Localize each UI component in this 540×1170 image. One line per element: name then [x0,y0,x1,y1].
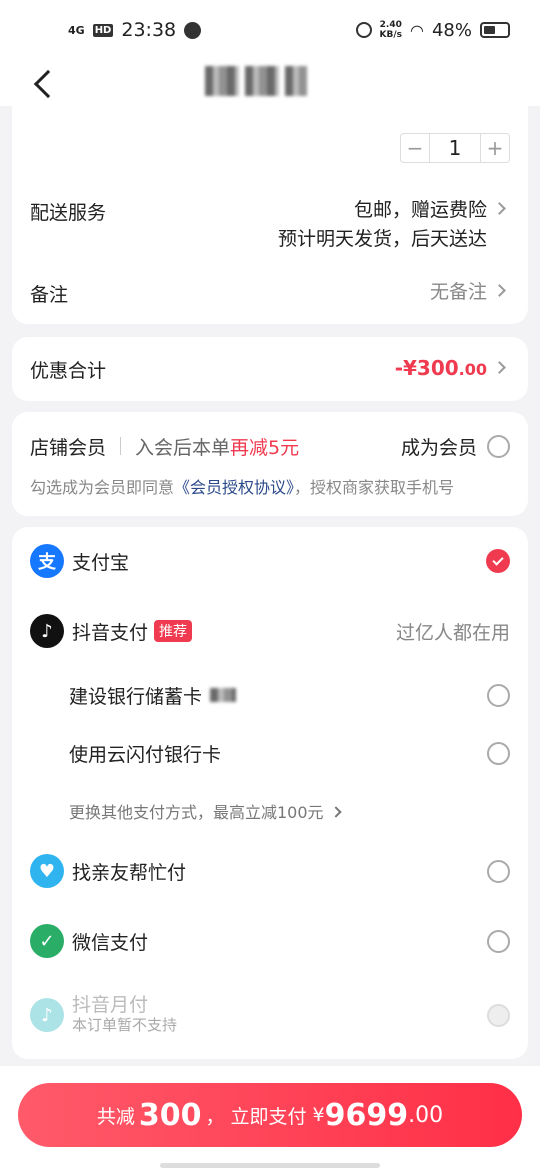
message-icon [184,21,202,39]
delivery-line1: 包邮，赠运费险 [353,199,487,221]
delivery-info[interactable]: 包邮，赠运费险 预计明天发货，后天送达 [277,196,506,254]
monthly-label: 抖音月付 [72,994,149,1016]
back-button[interactable] [24,64,64,104]
discount-amount-main: -¥300 [394,356,459,380]
monthly-text: 抖音月付 本订单暂不支持 [72,995,177,1035]
order-details-card: − 1 + 配送服务 包邮，赠运费险 预计明天发货，后天送达 备注 无备注 [12,106,528,324]
wechat-pay-icon: ✓ [30,924,64,958]
payment-option-alipay[interactable]: 支 支付宝 [30,541,510,581]
payment-option-douyin[interactable]: ♪ 抖音支付 推荐 过亿人都在用 [30,611,510,651]
currency-symbol: ¥ [312,1104,325,1126]
redacted-block [245,66,279,96]
membership-note: 勾选成为会员即同意《会员授权协议》，授权商家获取手机号 [30,474,454,498]
payment-option-family[interactable]: ♥ 找亲友帮忙付 [30,851,510,891]
note-suffix: ，授权商家获取手机号 [294,478,455,497]
payment-option-unionpay[interactable]: 使用云闪付银行卡 [69,733,510,773]
member-agreement-link[interactable]: 《会员授权协议》 [174,478,294,497]
home-indicator[interactable] [160,1163,380,1168]
redacted-block [205,66,239,96]
remark-value-row[interactable]: 无备注 [429,278,506,307]
payment-methods-card: 支 支付宝 ♪ 抖音支付 推荐 过亿人都在用 建设银行储蓄卡 使用云闪付银行卡 … [12,527,528,1059]
redacted-block [285,66,307,96]
selected-check-icon[interactable] [486,549,510,573]
family-pay-radio[interactable] [487,859,510,883]
monthly-unavailable-note: 本订单暂不支持 [72,1016,178,1034]
discount-label: 优惠合计 [30,360,107,382]
speed-value: 2.40 [379,20,402,30]
membership-row: 店铺会员 入会后本单再减5元 成为会员 [30,432,510,460]
chevron-right-icon [493,202,506,215]
join-member-radio[interactable] [487,434,510,458]
redacted-card-number [210,688,237,702]
payment-option-monthly: ♪ 抖音月付 本订单暂不支持 [30,993,510,1037]
delivery-line2: 预计明天发货，后天送达 [277,228,487,250]
saved-prefix: 共减 [96,1105,135,1128]
recommend-badge: 推荐 [154,620,193,642]
unionpay-radio[interactable] [487,741,510,765]
discount-card[interactable]: 优惠合计 -¥300.00 [12,337,528,401]
note-prefix: 勾选成为会员即同意 [30,478,175,497]
speed-unit: KB/s [379,30,403,40]
more-methods-label: 更换其他支付方式，最高立减100元 [69,803,324,822]
wifi-icon: ◠ [410,20,424,40]
signal-icon: 4G [68,23,85,37]
join-member-label: 成为会员 [400,436,477,459]
membership-label: 店铺会员 [30,436,107,459]
delivery-label: 配送服务 [30,202,107,224]
remark-label: 备注 [30,284,69,306]
page-title-redacted [205,64,345,98]
douyin-monthly-icon: ♪ [30,998,64,1032]
quantity-value: 1 [429,134,481,162]
douyin-note: 过亿人都在用 [395,621,510,644]
alipay-icon: 支 [30,544,64,578]
ccb-card-label: 建设银行储蓄卡 [69,685,203,708]
alipay-label: 支付宝 [72,551,130,574]
family-pay-icon: ♥ [30,854,64,888]
status-bar: 4G HD 23:38 2.40 KB/s ◠ 48% [0,0,540,60]
douyin-icon: ♪ [30,614,64,648]
divider [120,437,122,455]
hd-icon: HD [92,23,114,37]
bottom-pay-bar: 共减 300 ， 立即支付 ¥ 9699 .00 [0,1066,540,1170]
membership-promo: 入会后本单再减5元 [135,433,299,460]
monthly-radio-disabled [487,1003,510,1027]
douyin-label: 抖音支付 [72,621,149,644]
clock: 23:38 [121,19,177,41]
pay-now-button[interactable]: 共减 300 ， 立即支付 ¥ 9699 .00 [18,1083,522,1147]
remark-value: 无备注 [429,281,487,303]
chevron-right-icon [493,284,506,297]
payment-option-ccb-card[interactable]: 建设银行储蓄卡 [69,675,510,715]
wechat-pay-label: 微信支付 [72,931,149,954]
chevron-right-icon [329,805,342,818]
pay-prefix: 立即支付 [230,1105,307,1128]
discount-amount-cents: .00 [458,360,487,379]
increase-button[interactable]: + [481,134,509,162]
ccb-card-radio[interactable] [487,683,510,707]
decrease-button[interactable]: − [401,134,429,162]
family-pay-label: 找亲友帮忙付 [72,861,187,884]
quantity-stepper: − 1 + [400,133,510,163]
total-amount: 9699 [324,1097,409,1133]
saved-amount: 300 [138,1097,202,1133]
more-payment-methods-link[interactable]: 更换其他支付方式，最高立减100元 [69,799,342,823]
chevron-left-icon [33,69,63,99]
unionpay-label: 使用云闪付银行卡 [69,743,222,766]
wechat-pay-radio[interactable] [487,929,510,953]
chevron-right-icon [493,361,506,374]
discount-amount-row: -¥300.00 [395,354,506,384]
status-right: 2.40 KB/s ◠ 48% [355,19,510,41]
discount-amount: -¥300.00 [395,356,487,380]
promo-highlight: 再减5元 [230,436,300,459]
battery-icon [480,22,510,38]
battery-percent: 48% [431,19,472,41]
status-left: 4G HD 23:38 [68,19,202,41]
nav-bar [0,60,540,106]
payment-option-wechat[interactable]: ✓ 微信支付 [30,921,510,961]
network-speed: 2.40 KB/s [380,20,402,40]
alarm-icon [355,22,372,38]
promo-prefix: 入会后本单 [135,436,231,459]
membership-card: 店铺会员 入会后本单再减5元 成为会员 勾选成为会员即同意《会员授权协议》，授权… [12,412,528,516]
total-cents: .00 [408,1102,444,1128]
separator: ， [205,1105,225,1128]
